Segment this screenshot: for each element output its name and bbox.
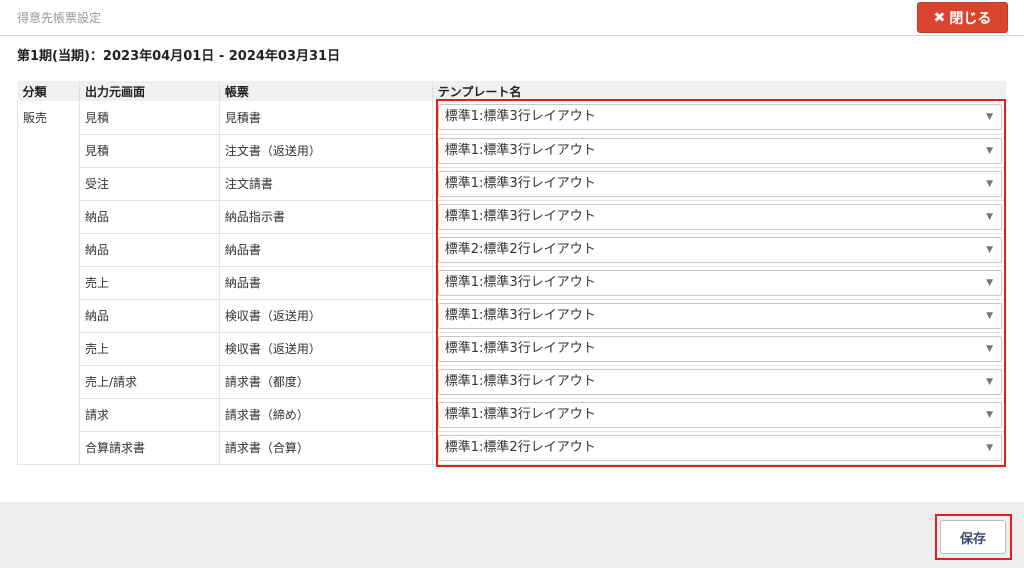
table-row: 売上 納品書 標準1:標準3行レイアウト ▼ (18, 266, 1006, 300)
template-select-value: 標準1:標準3行レイアウト (444, 109, 596, 125)
template-cell: 標準2:標準2行レイアウト ▼ (431, 233, 1006, 267)
x-icon: ✖ (933, 9, 946, 26)
header: 得意先帳票設定 ✖ 閉じる (0, 0, 1024, 36)
template-cell: 標準1:標準3行レイアウト ▼ (431, 101, 1006, 135)
template-cell: 標準1:標準3行レイアウト ▼ (431, 134, 1006, 168)
template-cell: 標準1:標準3行レイアウト ▼ (431, 365, 1006, 399)
form-cell: 納品書 (218, 266, 433, 300)
form-cell: 注文書（返送用） (218, 134, 433, 168)
template-select-value: 標準1:標準3行レイアウト (444, 340, 596, 356)
table-row: 見積 注文書（返送用） 標準1:標準3行レイアウト ▼ (18, 134, 1006, 168)
table-row: 請求 請求書（締め） 標準1:標準3行レイアウト ▼ (18, 398, 1006, 432)
template-cell: 標準1:標準3行レイアウト ▼ (431, 299, 1006, 333)
form-cell: 納品書 (218, 233, 433, 267)
form-cell: 請求書（都度） (218, 365, 433, 399)
table-row: 売上 検収書（返送用） 標準1:標準3行レイアウト ▼ (18, 332, 1006, 366)
page-title: 得意先帳票設定 (17, 11, 102, 25)
period-label: 第1期(当期)：2023年04月01日 - 2024年03月31日 (17, 49, 341, 64)
dropdown-arrow-icon: ▼ (986, 178, 993, 189)
table-row: 合算請求書 請求書（合算） 標準1:標準2行レイアウト ▼ (18, 431, 1006, 465)
save-button[interactable]: 保存 (940, 520, 1006, 554)
template-select[interactable]: 標準2:標準2行レイアウト ▼ (437, 236, 1002, 263)
template-select[interactable]: 標準1:標準3行レイアウト ▼ (437, 170, 1002, 197)
template-cell: 標準1:標準2行レイアウト ▼ (431, 431, 1006, 465)
template-cell: 標準1:標準3行レイアウト ▼ (431, 332, 1006, 366)
template-select[interactable]: 標準1:標準3行レイアウト ▼ (437, 203, 1002, 230)
table-row: 販売 見積 見積書 標準1:標準3行レイアウト ▼ (17, 101, 1006, 465)
source-screen-cell: 見積 (78, 101, 220, 135)
dropdown-arrow-icon: ▼ (986, 244, 993, 255)
template-select[interactable]: 標準1:標準3行レイアウト ▼ (437, 368, 1002, 395)
table-row: 売上/請求 請求書（都度） 標準1:標準3行レイアウト ▼ (18, 365, 1006, 399)
template-select[interactable]: 標準1:標準3行レイアウト ▼ (437, 104, 1002, 131)
source-screen-cell: 納品 (78, 233, 220, 267)
dropdown-arrow-icon: ▼ (986, 277, 993, 288)
source-screen-cell: 見積 (78, 134, 220, 168)
table-row: 納品 検収書（返送用） 標準1:標準3行レイアウト ▼ (18, 299, 1006, 333)
dropdown-arrow-icon: ▼ (986, 409, 993, 420)
template-select[interactable]: 標準1:標準2行レイアウト ▼ (437, 434, 1002, 461)
source-screen-cell: 請求 (78, 398, 220, 432)
footer (0, 502, 1024, 568)
dropdown-arrow-icon: ▼ (986, 112, 993, 123)
form-cell: 検収書（返送用） (218, 332, 433, 366)
source-screen-cell: 売上 (78, 266, 220, 300)
header-form: 帳票 (218, 81, 433, 101)
dropdown-arrow-icon: ▼ (986, 343, 993, 354)
source-screen-cell: 納品 (78, 299, 220, 333)
table-row: 納品 納品書 標準2:標準2行レイアウト ▼ (18, 233, 1006, 267)
template-cell: 標準1:標準3行レイアウト ▼ (431, 266, 1006, 300)
table-body: 販売 見積 見積書 標準1:標準3行レイアウト ▼ 見積 注文書（返送用） 標準… (17, 101, 1006, 465)
template-select-value: 標準1:標準3行レイアウト (444, 142, 596, 158)
source-screen-cell: 納品 (78, 200, 220, 234)
template-select[interactable]: 標準1:標準3行レイアウト ▼ (437, 335, 1002, 362)
dropdown-arrow-icon: ▼ (986, 442, 993, 453)
category-cell: 販売 (17, 101, 80, 465)
form-cell: 請求書（合算） (218, 431, 433, 465)
source-screen-cell: 売上/請求 (78, 365, 220, 399)
template-select-value: 標準1:標準3行レイアウト (444, 175, 596, 191)
template-select-value: 標準1:標準3行レイアウト (444, 274, 596, 290)
form-cell: 請求書（締め） (218, 398, 433, 432)
template-select-value: 標準1:標準3行レイアウト (444, 307, 596, 323)
source-screen-cell: 受注 (78, 167, 220, 201)
template-select-value: 標準1:標準3行レイアウト (444, 208, 596, 224)
table-header-row: 分類 出力元画面 帳票 テンプレート名 (17, 81, 1006, 101)
template-cell: 標準1:標準3行レイアウト ▼ (431, 167, 1006, 201)
template-select[interactable]: 標準1:標準3行レイアウト ▼ (437, 137, 1002, 164)
dropdown-arrow-icon: ▼ (986, 376, 993, 387)
template-cell: 標準1:標準3行レイアウト ▼ (431, 200, 1006, 234)
template-select-value: 標準1:標準3行レイアウト (444, 406, 596, 422)
header-template: テンプレート名 (431, 81, 1006, 101)
dropdown-arrow-icon: ▼ (986, 310, 993, 321)
close-button-label: 閉じる (949, 10, 992, 27)
header-category: 分類 (17, 81, 80, 101)
template-select-value: 標準1:標準2行レイアウト (444, 439, 596, 455)
template-select-value: 標準2:標準2行レイアウト (444, 241, 596, 257)
form-settings-table: 分類 出力元画面 帳票 テンプレート名 販売 見積 見積書 標準1:標準3行レイ… (17, 81, 1006, 465)
table-row: 受注 注文請書 標準1:標準3行レイアウト ▼ (18, 167, 1006, 201)
header-source-screen: 出力元画面 (78, 81, 220, 101)
template-select[interactable]: 標準1:標準3行レイアウト ▼ (437, 269, 1002, 296)
template-select[interactable]: 標準1:標準3行レイアウト ▼ (437, 302, 1002, 329)
form-cell: 納品指示書 (218, 200, 433, 234)
close-button[interactable]: ✖ 閉じる (917, 2, 1008, 33)
form-cell: 見積書 (218, 101, 433, 135)
template-select[interactable]: 標準1:標準3行レイアウト ▼ (437, 401, 1002, 428)
template-select-value: 標準1:標準3行レイアウト (444, 373, 596, 389)
dropdown-arrow-icon: ▼ (986, 211, 993, 222)
page: 得意先帳票設定 ✖ 閉じる 第1期(当期)：2023年04月01日 - 2024… (0, 0, 1024, 568)
dropdown-arrow-icon: ▼ (986, 145, 993, 156)
source-screen-cell: 売上 (78, 332, 220, 366)
source-screen-cell: 合算請求書 (78, 431, 220, 465)
form-cell: 検収書（返送用） (218, 299, 433, 333)
table-row: 納品 納品指示書 標準1:標準3行レイアウト ▼ (18, 200, 1006, 234)
template-cell: 標準1:標準3行レイアウト ▼ (431, 398, 1006, 432)
form-cell: 注文請書 (218, 167, 433, 201)
